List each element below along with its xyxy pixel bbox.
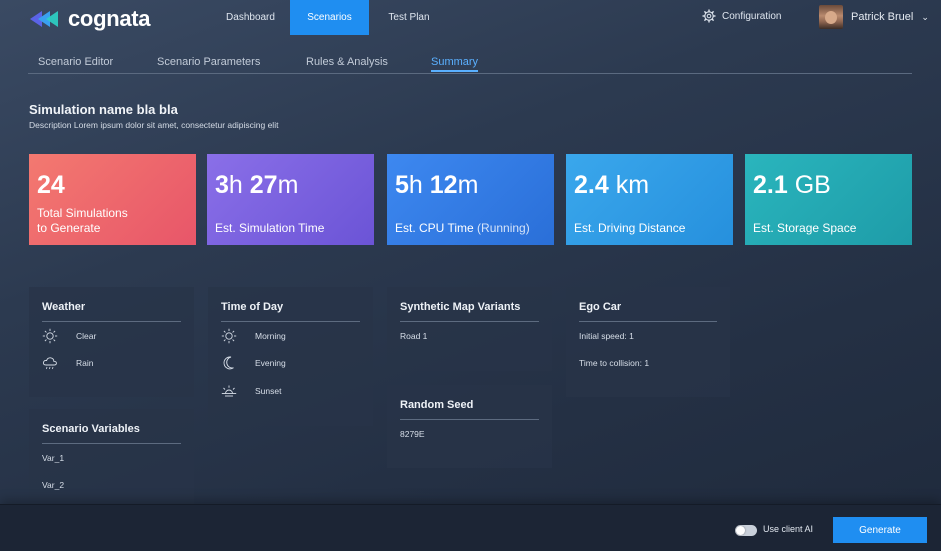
tab-scenario-parameters[interactable]: Scenario Parameters: [157, 56, 260, 68]
stat-value: 2.4 km: [574, 173, 725, 198]
nav-dashboard[interactable]: Dashboard: [211, 0, 290, 35]
stat-unit-minutes: m: [457, 171, 479, 199]
simulation-name: Simulation name bla bla: [29, 102, 178, 117]
list-item: Evening: [221, 350, 360, 378]
stat-value-minutes: 12: [429, 171, 458, 199]
app-name: cognata: [68, 6, 151, 31]
list-item-label: Morning: [255, 330, 286, 341]
stat-value-minutes: 27: [249, 171, 278, 199]
main-nav: Dashboard Scenarios Test Plan: [211, 0, 449, 35]
gear-icon: [702, 9, 716, 23]
sub-tabs: Scenario Editor Scenario Parameters Rule…: [28, 52, 912, 74]
panel-title: Scenario Variables: [42, 409, 181, 444]
panel-title: Ego Car: [579, 287, 717, 322]
random-seed-value: 8279E: [400, 428, 425, 439]
list-item-label: Evening: [255, 358, 286, 369]
list-item-label: Rain: [76, 358, 94, 369]
panel-title: Weather: [42, 287, 181, 322]
list-item: Morning: [221, 322, 360, 350]
generate-button[interactable]: Generate: [833, 517, 927, 543]
stat-unit: km: [608, 171, 650, 199]
moon-icon: [223, 356, 234, 370]
stat-unit: GB: [787, 171, 831, 199]
panel-title: Time of Day: [221, 287, 360, 322]
tab-scenario-editor[interactable]: Scenario Editor: [38, 56, 113, 68]
stat-unit-hours: h: [408, 171, 423, 199]
nav-scenarios[interactable]: Scenarios: [290, 0, 369, 35]
stat-value: 2.1 GB: [753, 173, 904, 198]
list-item: Initial speed: 1: [579, 330, 634, 341]
stat-value: 3h 27m: [215, 173, 366, 198]
chevron-down-icon: ⌄: [921, 11, 929, 22]
stat-label: Total Simulations to Generate: [37, 206, 128, 236]
list-item: Time to collision: 1: [579, 358, 650, 369]
stat-label-text: Est. CPU Time: [395, 221, 474, 235]
synthetic-map-variants-panel: Synthetic Map Variants Road 1: [387, 287, 552, 371]
random-seed-panel: Random Seed 8279E: [387, 385, 552, 468]
nav-test-plan[interactable]: Test Plan: [369, 0, 449, 35]
stat-value: 5h 12m: [395, 173, 546, 198]
panel-title: Random Seed: [400, 385, 539, 420]
stat-value: 24: [37, 171, 65, 199]
logo[interactable]: cognata: [28, 6, 151, 32]
list-item: Road 1: [400, 330, 428, 341]
rain-cloud-icon: [42, 357, 57, 370]
list-item: Sunset: [221, 377, 360, 405]
avatar: [819, 5, 843, 29]
list-item: Clear: [42, 322, 181, 350]
cognata-logo-icon: [30, 11, 58, 27]
time-of-day-panel: Time of Day Morning Evening Sunset: [208, 287, 373, 426]
stat-label-line-2: to Generate: [37, 221, 101, 235]
tab-rules-analysis[interactable]: Rules & Analysis: [306, 56, 388, 68]
stat-label: Est. Simulation Time: [215, 221, 325, 235]
configuration-label: Configuration: [722, 10, 782, 22]
simulation-description: Description Lorem ipsum dolor sit amet, …: [29, 120, 279, 130]
stat-value-number: 2.4: [574, 171, 609, 199]
stat-value-hours: 3: [215, 171, 229, 199]
stat-label-line-1: Total Simulations: [37, 206, 128, 220]
top-bar: cognata Dashboard Scenarios Test Plan Co…: [0, 0, 941, 35]
user-name: Patrick Bruel: [851, 11, 914, 23]
stat-value-number: 2.1: [753, 171, 788, 199]
stat-label: Est. Storage Space: [753, 221, 857, 235]
sun-icon: [42, 328, 58, 343]
stat-label: Est. CPU Time (Running): [395, 221, 530, 236]
sun-icon: [221, 328, 237, 343]
stat-label: Est. Driving Distance: [574, 221, 686, 235]
list-item-label: Clear: [76, 330, 97, 341]
stat-card-simulation-time: 3h 27m Est. Simulation Time: [207, 154, 374, 245]
sunset-icon: [221, 385, 237, 397]
configuration-link[interactable]: Configuration: [702, 9, 781, 23]
stat-card-cpu-time: 5h 12m Est. CPU Time (Running): [387, 154, 554, 245]
weather-panel: Weather Clear Rain: [29, 287, 194, 397]
tab-summary[interactable]: Summary: [431, 56, 479, 72]
stat-card-total-simulations: 24 Total Simulations to Generate: [29, 154, 196, 245]
stat-unit-hours: h: [228, 171, 243, 199]
list-item: Var_1: [42, 452, 65, 463]
list-item-label: Sunset: [255, 385, 282, 396]
stat-card-storage-space: 2.1 GB Est. Storage Space: [745, 154, 912, 245]
stat-value-hours: 5: [395, 171, 409, 199]
use-client-ai-label: Use client AI: [763, 524, 814, 534]
user-menu[interactable]: Patrick Bruel ⌄: [819, 5, 929, 29]
scenario-variables-panel: Scenario Variables Var_1 Var_2: [29, 409, 194, 509]
list-item: Var_2: [42, 480, 65, 491]
use-client-ai-toggle[interactable]: [735, 525, 757, 536]
panel-title: Synthetic Map Variants: [400, 287, 539, 322]
stat-unit-minutes: m: [277, 171, 299, 199]
ego-car-panel: Ego Car Initial speed: 1 Time to collisi…: [566, 287, 730, 397]
stat-label-muted: (Running): [477, 221, 530, 235]
footer-bar: Use client AI Generate: [0, 504, 941, 551]
list-item: Rain: [42, 350, 181, 378]
stat-card-driving-distance: 2.4 km Est. Driving Distance: [566, 154, 733, 245]
